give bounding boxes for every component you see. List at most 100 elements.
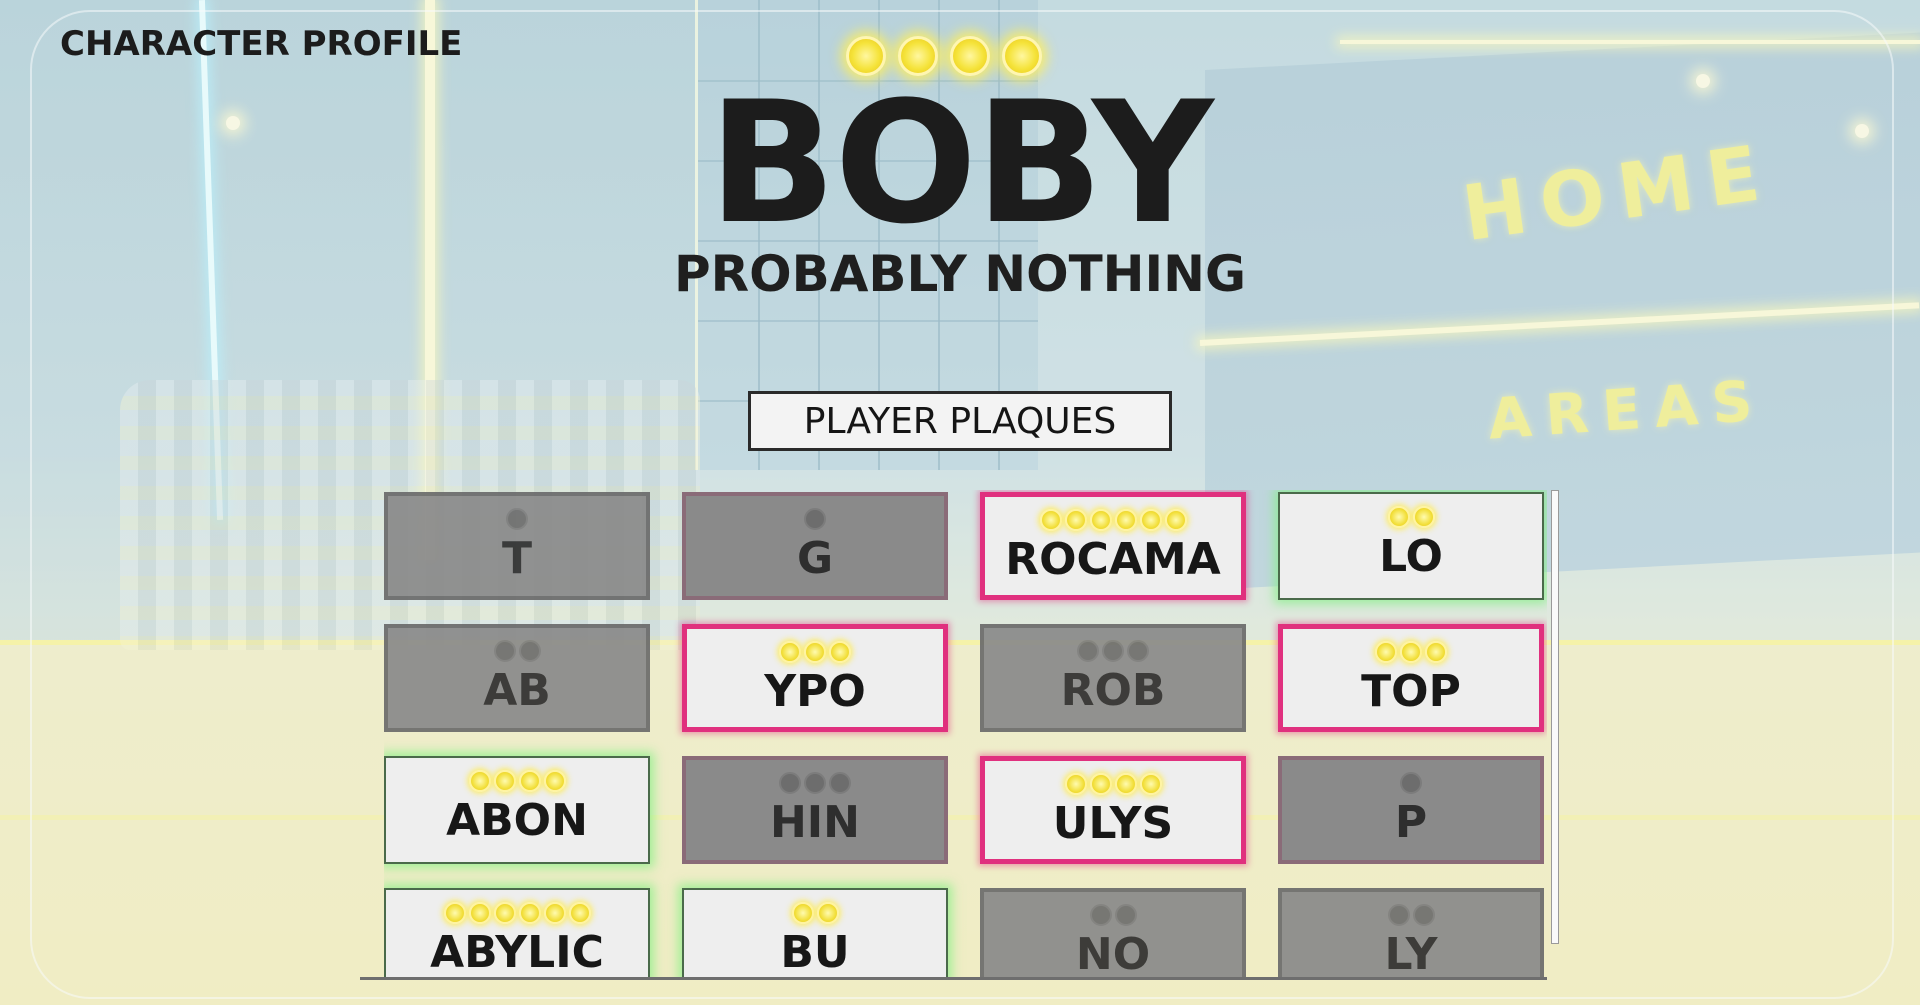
star-icon (1139, 509, 1162, 531)
plaque-star-rating (1387, 506, 1435, 530)
plaque-star-rating (779, 641, 851, 665)
plaque-label: NO (1075, 929, 1151, 979)
plaque-label: ROB (1060, 665, 1166, 716)
star-icon (779, 641, 801, 663)
star-icon (543, 902, 566, 924)
plaque-star-rating (804, 508, 826, 532)
star-icon (804, 641, 826, 663)
star-icon (1387, 506, 1410, 528)
plaque-label: LY (1384, 929, 1438, 979)
plaque-card[interactable]: T (384, 492, 650, 600)
star-icon (1164, 509, 1187, 531)
star-icon (829, 772, 851, 794)
plaque-grid: T G ROCAMA LO AB YPO ROB TOP ABON HIN ULYS P ABYLIC B… (384, 490, 1547, 978)
plaque-label: ABYLIC (430, 927, 604, 978)
star-icon (493, 640, 516, 662)
plaque-star-rating (1089, 904, 1137, 928)
star-icon (518, 770, 541, 792)
plaque-star-rating (1077, 640, 1149, 664)
star-icon (1400, 641, 1422, 663)
scrollbar-thumb[interactable] (1552, 491, 1558, 943)
star-icon (443, 902, 466, 924)
star-icon (518, 640, 541, 662)
plaque-card[interactable]: ROCAMA (980, 492, 1246, 600)
star-icon (1412, 904, 1435, 926)
plaque-star-rating (1064, 773, 1162, 797)
plaque-card[interactable]: YPO (682, 624, 948, 732)
star-icon (518, 902, 541, 924)
star-icon (468, 770, 491, 792)
panel-divider (360, 977, 1547, 980)
plaque-star-rating (443, 902, 591, 926)
plaque-list[interactable]: T G ROCAMA LO AB YPO ROB TOP ABON HIN ULYS P ABYLIC B… (384, 490, 1547, 978)
plaque-card[interactable]: LY (1278, 888, 1544, 978)
player-name: BOBY (708, 65, 1213, 261)
plaque-card[interactable]: G (682, 492, 948, 600)
plaque-label: TOP (1361, 666, 1461, 717)
plaque-star-rating (1039, 509, 1187, 533)
plaque-card[interactable]: LO (1278, 492, 1544, 600)
star-icon (1114, 509, 1137, 531)
plaque-star-rating (506, 508, 528, 532)
plaque-card[interactable]: HIN (682, 756, 948, 864)
star-icon (779, 772, 801, 794)
star-icon (568, 902, 591, 924)
star-icon (1039, 509, 1062, 531)
player-subtitle: PROBABLY NOTHING (673, 245, 1247, 303)
star-icon (1127, 640, 1149, 662)
plaque-card[interactable]: BU (682, 888, 948, 978)
star-icon (829, 641, 851, 663)
player-plaques-button[interactable]: PLAYER PLAQUES (748, 391, 1172, 451)
star-icon (1387, 904, 1410, 926)
plaque-star-rating (779, 772, 851, 796)
star-icon (1114, 904, 1137, 926)
plaque-label: P (1394, 797, 1428, 848)
star-icon (468, 902, 491, 924)
plaque-star-rating (1375, 641, 1447, 665)
plaque-label: G (796, 533, 834, 584)
plaque-star-rating (1387, 904, 1435, 928)
star-icon (1114, 773, 1137, 795)
plaque-label: YPO (764, 666, 866, 717)
plaque-card[interactable]: AB (384, 624, 650, 732)
plaque-scrollbar[interactable] (1551, 490, 1559, 944)
plaque-card[interactable]: ABYLIC (384, 888, 650, 978)
star-icon (1089, 904, 1112, 926)
star-icon (493, 770, 516, 792)
star-icon (1089, 773, 1112, 795)
star-icon (804, 508, 826, 530)
star-icon (1064, 509, 1087, 531)
plaque-label: T (501, 533, 532, 584)
plaque-star-rating (1400, 772, 1422, 796)
plaque-label: HIN (769, 797, 861, 848)
star-icon (1412, 506, 1435, 528)
plaque-star-rating (493, 640, 541, 664)
star-icon (1425, 641, 1447, 663)
star-icon (493, 902, 516, 924)
plaque-star-rating (468, 770, 566, 794)
star-icon (1375, 641, 1397, 663)
plaque-label: AB (483, 665, 551, 716)
plaque-card[interactable]: TOP (1278, 624, 1544, 732)
star-icon (791, 902, 814, 924)
star-icon (1139, 773, 1162, 795)
plaque-label: BU (780, 927, 850, 978)
star-icon (816, 902, 839, 924)
star-icon (1089, 509, 1112, 531)
plaque-card[interactable]: NO (980, 888, 1246, 978)
star-icon (1064, 773, 1087, 795)
star-icon (1077, 640, 1099, 662)
plaque-card[interactable]: ROB (980, 624, 1246, 732)
plaque-card[interactable]: ABON (384, 756, 650, 864)
star-icon (1102, 640, 1124, 662)
plaque-label: ROCAMA (1005, 534, 1221, 585)
plaque-label: ABON (446, 795, 588, 846)
star-icon (804, 772, 826, 794)
star-icon (543, 770, 566, 792)
plaque-card[interactable]: ULYS (980, 756, 1246, 864)
star-icon (506, 508, 528, 530)
plaque-label: ULYS (1052, 798, 1174, 849)
screen-title: CHARACTER PROFILE (60, 24, 463, 64)
plaque-card[interactable]: P (1278, 756, 1544, 864)
plaque-star-rating (791, 902, 839, 926)
